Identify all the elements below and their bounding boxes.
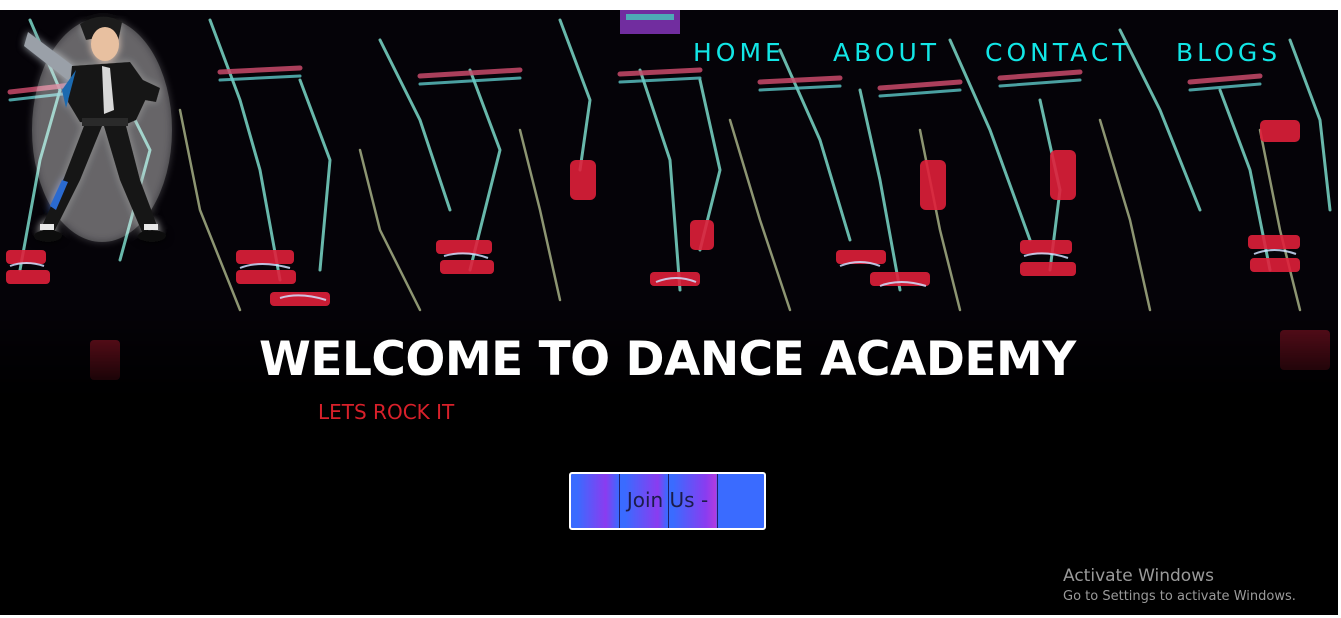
page: HOME ABOUT CONTACT BLOGS WELCOME TO DANC… — [0, 0, 1341, 618]
hero-title: WELCOME TO DANCE ACADEMY — [259, 332, 1076, 387]
main-nav: HOME ABOUT CONTACT BLOGS — [0, 38, 1338, 78]
nav-link-blogs[interactable]: BLOGS — [1176, 38, 1281, 67]
join-us-button[interactable]: Join Us - — [569, 472, 766, 530]
nav-link-about[interactable]: ABOUT — [833, 38, 940, 67]
nav-link-home[interactable]: HOME — [693, 38, 785, 67]
join-us-button-label: Join Us - — [626, 488, 709, 512]
hero-subtitle: LETS ROCK IT — [318, 400, 455, 424]
watermark-subtitle: Go to Settings to activate Windows. — [1063, 589, 1296, 604]
activate-windows-watermark: Activate Windows Go to Settings to activ… — [1063, 566, 1296, 604]
watermark-title: Activate Windows — [1063, 566, 1214, 586]
hero-section: HOME ABOUT CONTACT BLOGS WELCOME TO DANC… — [0, 10, 1338, 615]
nav-link-contact[interactable]: CONTACT — [985, 38, 1132, 67]
